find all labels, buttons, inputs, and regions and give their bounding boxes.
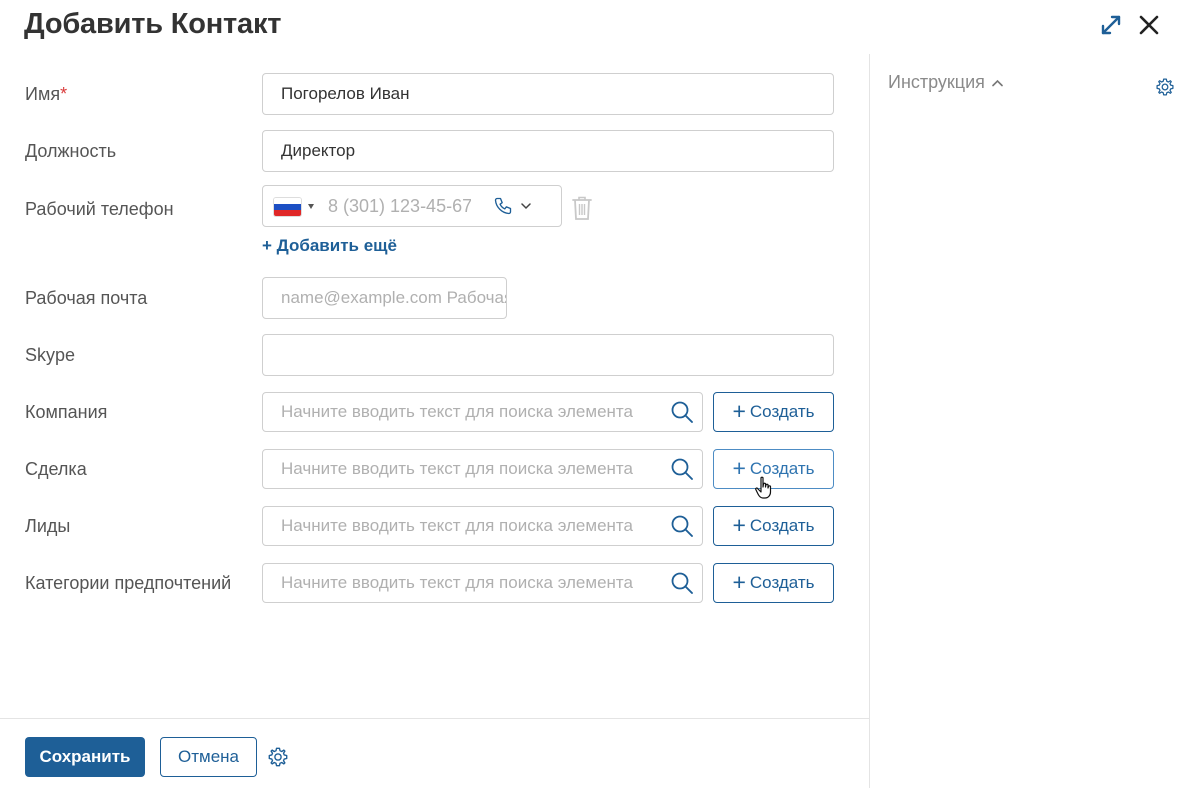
expand-button[interactable] bbox=[1096, 10, 1126, 40]
create-lead-button[interactable]: + Создать bbox=[713, 506, 834, 546]
search-icon[interactable] bbox=[670, 400, 694, 424]
field-row-name: Имя* Погорелов Иван bbox=[0, 73, 869, 115]
chevron-down-icon bbox=[521, 203, 531, 210]
field-row-deal: Сделка Начните вводить текст для поиска … bbox=[0, 449, 869, 491]
deal-search-input[interactable]: Начните вводить текст для поиска элемент… bbox=[262, 449, 703, 489]
field-row-skype: Skype bbox=[0, 334, 869, 376]
phone-icon bbox=[494, 197, 512, 215]
save-button[interactable]: Сохранить bbox=[25, 737, 145, 777]
trash-icon[interactable] bbox=[571, 195, 593, 221]
work-phone-field: 8 (301) 123-45-67 bbox=[262, 185, 562, 227]
field-label-skype: Skype bbox=[25, 345, 76, 365]
country-caret-icon[interactable] bbox=[308, 204, 314, 209]
position-input[interactable]: Директор bbox=[262, 130, 834, 172]
field-row-company: Компания Начните вводить текст для поиск… bbox=[0, 392, 869, 434]
search-icon[interactable] bbox=[670, 514, 694, 538]
preferences-search-placeholder: Начните вводить текст для поиска элемент… bbox=[281, 573, 633, 592]
hand-cursor-icon bbox=[755, 476, 772, 499]
leads-search-input[interactable]: Начните вводить текст для поиска элемент… bbox=[262, 506, 703, 546]
deal-search-placeholder: Начните вводить текст для поиска элемент… bbox=[281, 459, 633, 478]
gear-icon[interactable] bbox=[1155, 77, 1175, 97]
chevron-up-icon bbox=[992, 79, 1003, 86]
page-title: Добавить Контакт bbox=[24, 8, 282, 40]
field-row-position: Должность Директор bbox=[0, 130, 869, 172]
create-preference-button[interactable]: + Создать bbox=[713, 563, 834, 603]
plus-icon: + bbox=[732, 511, 746, 538]
close-button[interactable] bbox=[1134, 10, 1164, 40]
field-label-company: Компания bbox=[25, 402, 108, 422]
plus-icon: + bbox=[732, 568, 746, 595]
field-label-deal: Сделка bbox=[25, 459, 87, 479]
preferences-search-input[interactable]: Начните вводить текст для поиска элемент… bbox=[262, 563, 703, 603]
field-row-work-email: Рабочая почта name@example.com Рабочая bbox=[0, 277, 869, 319]
search-icon[interactable] bbox=[670, 457, 694, 481]
create-company-button[interactable]: + Создать bbox=[713, 392, 834, 432]
leads-search-placeholder: Начните вводить текст для поиска элемент… bbox=[281, 516, 633, 535]
field-label-leads: Лиды bbox=[25, 516, 71, 536]
required-mark: * bbox=[60, 84, 68, 104]
field-row-work-phone: Рабочий телефон 8 (301) 123-45-67 bbox=[0, 185, 869, 229]
search-icon[interactable] bbox=[670, 571, 694, 595]
close-icon bbox=[1139, 15, 1159, 35]
plus-icon: + bbox=[732, 397, 746, 424]
field-row-preferences: Категории предпочтений Начните вводить т… bbox=[0, 563, 869, 605]
cancel-button[interactable]: Отмена bbox=[160, 737, 257, 777]
instruction-toggle[interactable]: Инструкция bbox=[888, 72, 1003, 93]
field-row-leads: Лиды Начните вводить текст для поиска эл… bbox=[0, 506, 869, 548]
ru-flag-icon[interactable] bbox=[274, 198, 301, 216]
panel-divider bbox=[869, 54, 870, 788]
company-search-input[interactable]: Начните вводить текст для поиска элемент… bbox=[262, 392, 703, 432]
work-email-input[interactable]: name@example.com Рабочая bbox=[262, 277, 507, 319]
skype-input[interactable] bbox=[262, 334, 834, 376]
field-label-preferences: Категории предпочтений bbox=[25, 573, 232, 593]
field-label-position: Должность bbox=[25, 141, 117, 161]
phone-type-select[interactable] bbox=[493, 194, 531, 218]
footer-divider bbox=[0, 718, 869, 719]
field-label-work-email: Рабочая почта bbox=[25, 288, 148, 308]
gear-icon[interactable] bbox=[267, 746, 289, 768]
work-phone-input[interactable]: 8 (301) 123-45-67 bbox=[328, 186, 471, 226]
field-label-name: Имя* bbox=[25, 84, 68, 104]
plus-icon: + bbox=[732, 454, 746, 481]
name-input[interactable]: Погорелов Иван bbox=[262, 73, 834, 115]
field-label-work-phone: Рабочий телефон bbox=[25, 199, 174, 219]
expand-icon bbox=[1101, 15, 1121, 35]
add-more-phone-link[interactable]: + Добавить ещё bbox=[262, 236, 397, 256]
company-search-placeholder: Начните вводить текст для поиска элемент… bbox=[281, 402, 633, 421]
instruction-label: Инструкция bbox=[888, 72, 985, 92]
